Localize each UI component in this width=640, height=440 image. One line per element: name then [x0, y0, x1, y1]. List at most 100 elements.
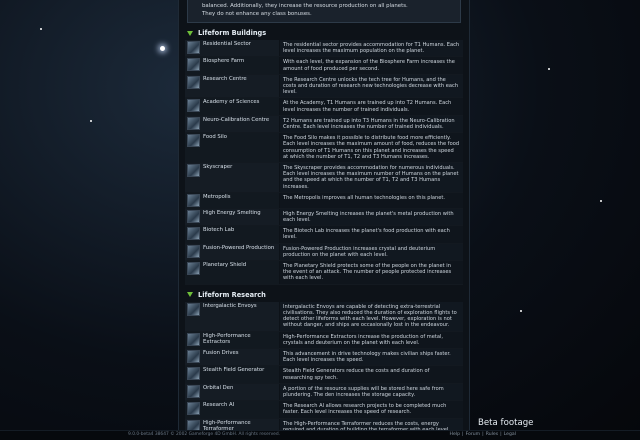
item-name: Intergalactic Envoys	[203, 302, 257, 309]
item-name: Residential Sector	[203, 41, 251, 47]
item-name: High-Performance Terraformer	[203, 419, 251, 430]
item-name: Stealth Field Generator	[203, 367, 265, 374]
section-title: Lifeform Buildings	[198, 29, 267, 37]
list-item[interactable]: High-Performance Extractors High-Performa…	[185, 331, 463, 349]
item-description: High Energy Smelting increases the plane…	[280, 208, 463, 226]
section-header[interactable]: Lifeform Research	[179, 285, 469, 302]
item-description: The Research Centre unlocks the tech tre…	[280, 74, 463, 98]
list-item[interactable]: Research AI The Research AI allows resear…	[185, 401, 463, 419]
item-name: Neuro-Calibration Centre	[203, 116, 270, 123]
list-item[interactable]: Residential Sector The residential sector…	[185, 40, 463, 58]
item-description: Fusion-Powered Production increases crys…	[280, 243, 463, 261]
building-thumbnail-icon	[187, 193, 200, 207]
building-thumbnail-icon	[187, 99, 200, 113]
item-description: Stealth Field Generators reduce the cost…	[280, 366, 463, 383]
section-lifeform-buildings: Lifeform Buildings Residential Sector The…	[179, 23, 469, 285]
footer-link-rules[interactable]: Rules	[486, 432, 498, 437]
item-name: Metropolis	[203, 193, 231, 200]
buildings-list: Residential Sector The residential sector…	[179, 40, 469, 285]
item-name: Food Silo	[203, 134, 227, 141]
item-description: The Food Silo makes it possible to distr…	[280, 133, 463, 163]
item-description: The Metropolis improves all human techno…	[280, 192, 463, 208]
research-thumbnail-icon	[187, 349, 200, 363]
star-decoration	[600, 200, 602, 202]
list-item[interactable]: Intergalactic Envoys Intergalactic Envoys…	[185, 301, 463, 332]
section-lifeform-research: Lifeform Research Intergalactic Envoys In…	[179, 285, 469, 430]
item-name: High Energy Smelting	[203, 209, 261, 216]
building-thumbnail-icon	[187, 134, 200, 148]
list-item[interactable]: Biosphere Farm With each level, the expan…	[185, 57, 463, 75]
item-name: Academy of Sciences	[203, 99, 260, 106]
item-description: The Skyscraper provides accommodation fo…	[280, 163, 463, 192]
star-decoration	[40, 28, 42, 30]
building-thumbnail-icon	[187, 227, 200, 241]
list-item[interactable]: Metropolis The Metropolis improves all hu…	[185, 192, 463, 209]
item-description: The High-Performance Terraformer reduces…	[280, 418, 463, 430]
item-name: Research Centre	[203, 75, 247, 82]
footer: 9.0.0-beta4 38647 © 2002 Gameforge 4D Gm…	[0, 430, 640, 440]
item-description: With each level, the expansion of the Bi…	[280, 57, 463, 74]
item-description: T2 Humans are trained up into T3 Humans …	[280, 115, 463, 133]
item-description: The Planetary Shield protects some of th…	[280, 261, 463, 284]
item-name: Fusion Drives	[203, 349, 239, 356]
list-item[interactable]: Skyscraper The Skyscraper provides accomm…	[185, 163, 463, 193]
item-description: The Biotech Lab increases the planet's f…	[280, 226, 463, 243]
building-thumbnail-icon	[187, 262, 200, 276]
research-thumbnail-icon	[187, 302, 200, 316]
building-thumbnail-icon	[187, 209, 200, 223]
list-item[interactable]: Stealth Field Generator Stealth Field Gen…	[185, 366, 463, 384]
list-item[interactable]: Academy of Sciences At the Academy, T1 Hu…	[185, 98, 463, 116]
list-item[interactable]: Planetary Shield The Planetary Shield pro…	[185, 261, 463, 285]
list-item[interactable]: Fusion-Powered Production Fusion-Powered …	[185, 243, 463, 262]
lifeform-panel: balanced. Additionally, they increase th…	[178, 0, 470, 430]
version-text: 9.0.0-beta4 38647 © 2002 Gameforge 4D Gm…	[128, 432, 281, 437]
building-thumbnail-icon	[187, 244, 200, 258]
building-thumbnail-icon	[187, 75, 200, 89]
list-item[interactable]: Fusion Drives This advancement in drive t…	[185, 348, 463, 367]
intro-line: They do not enhance any class bonuses.	[202, 11, 312, 17]
star-decoration	[520, 310, 522, 312]
item-description: This advancement in drive technology mak…	[280, 348, 463, 366]
building-thumbnail-icon	[187, 164, 200, 178]
item-name: Biotech Lab	[203, 227, 235, 234]
list-item[interactable]: Biotech Lab The Biotech Lab increases the…	[185, 226, 463, 244]
item-name: Fusion-Powered Production	[203, 244, 275, 251]
star-decoration	[90, 120, 92, 122]
building-thumbnail-icon	[187, 41, 200, 54]
research-thumbnail-icon	[187, 402, 200, 416]
research-list: Intergalactic Envoys Intergalactic Envoys…	[179, 301, 469, 430]
item-name: Research AI	[203, 402, 235, 409]
footer-link-legal[interactable]: Legal	[504, 432, 516, 437]
collapse-arrow-icon[interactable]	[187, 30, 193, 36]
research-thumbnail-icon	[187, 419, 200, 430]
item-description: A portion of the resource supplies will …	[280, 383, 463, 401]
footer-link-forum[interactable]: Forum	[466, 432, 481, 437]
intro-box: balanced. Additionally, they increase th…	[187, 0, 461, 23]
list-item[interactable]: Food Silo The Food Silo makes it possible…	[185, 133, 463, 164]
section-header[interactable]: Lifeform Buildings	[179, 23, 469, 40]
section-title: Lifeform Research	[198, 290, 266, 299]
intro-line: balanced. Additionally, they increase th…	[202, 3, 408, 9]
item-description: Intergalactic Envoys are capable of dete…	[280, 301, 463, 331]
list-item[interactable]: Neuro-Calibration Centre T2 Humans are tr…	[185, 115, 463, 134]
collapse-arrow-icon[interactable]	[187, 292, 193, 298]
beta-footage-label: Beta footage	[478, 418, 534, 428]
research-thumbnail-icon	[187, 384, 200, 398]
list-item[interactable]: High Energy Smelting High Energy Smelting…	[185, 208, 463, 227]
list-item[interactable]: High-Performance Terraformer The High-Per…	[185, 418, 463, 430]
building-thumbnail-icon	[187, 58, 200, 72]
footer-link-help[interactable]: Help	[450, 432, 460, 437]
item-name: Planetary Shield	[203, 262, 247, 269]
list-item[interactable]: Orbital Den A portion of the resource sup…	[185, 383, 463, 402]
research-thumbnail-icon	[187, 367, 200, 381]
star-decoration	[548, 68, 550, 70]
item-description: The Research AI allows research projects…	[280, 401, 463, 418]
footer-links: Help | Forum | Rules | Legal	[449, 432, 516, 437]
list-item[interactable]: Research Centre The Research Centre unloc…	[185, 74, 463, 99]
research-thumbnail-icon	[187, 332, 200, 346]
item-name: Biosphere Farm	[203, 58, 245, 65]
building-thumbnail-icon	[187, 116, 200, 130]
item-name: High-Performance Extractors	[203, 332, 251, 345]
item-name: Skyscraper	[203, 164, 233, 171]
item-name: Orbital Den	[203, 384, 234, 391]
